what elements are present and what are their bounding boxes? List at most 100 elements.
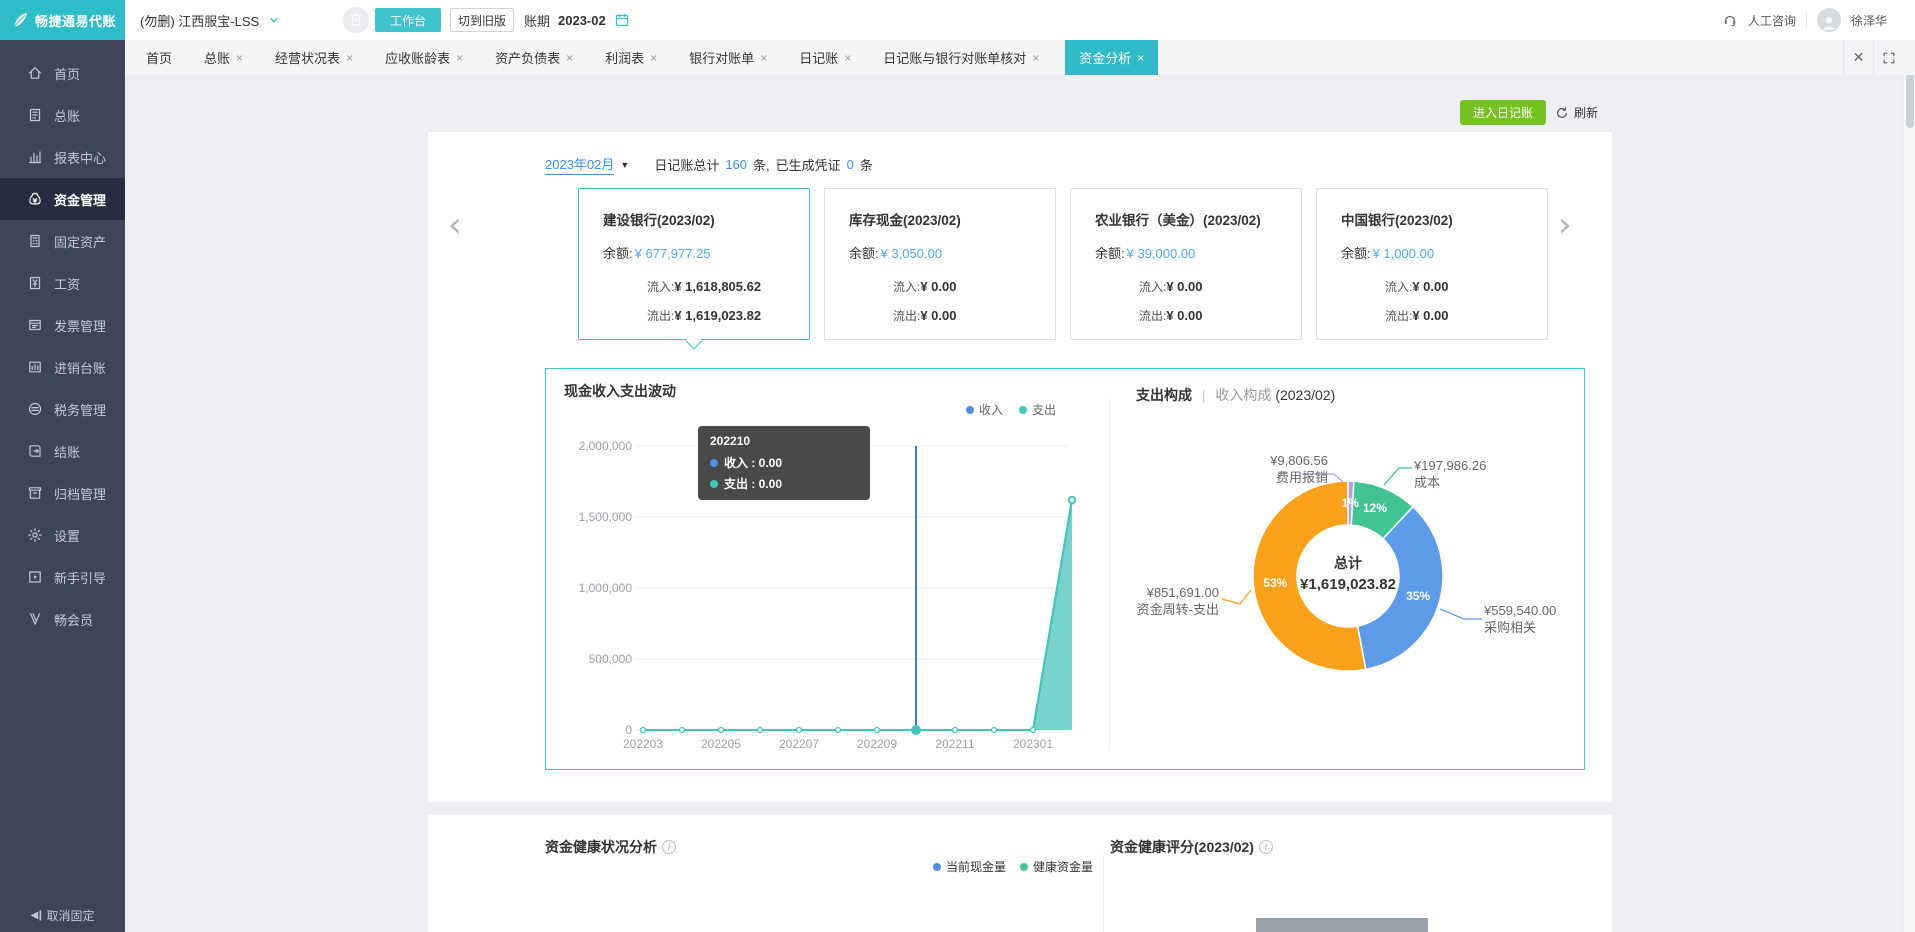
divider	[1806, 12, 1807, 28]
pie-callout-label: ¥559,540.00采购相关	[1484, 602, 1644, 636]
close-tab-icon[interactable]: ×	[1137, 51, 1144, 65]
health-analysis-title: 资金健康状况分析 i	[545, 837, 676, 857]
balance-label: 余额:	[1095, 246, 1125, 261]
close-tab-icon[interactable]: ×	[236, 51, 243, 65]
close-tab-icon[interactable]: ×	[844, 51, 851, 65]
scrollbar[interactable]	[1903, 40, 1915, 932]
slice-name: 资金周转-支出	[1059, 601, 1219, 618]
tab-profit[interactable]: 利润表×	[599, 40, 663, 75]
account-card[interactable]: 中国银行(2023/02)余额:¥ 1,000.00流入:¥ 0.00流出:¥ …	[1316, 188, 1548, 340]
enter-journal-button[interactable]: 进入日记账	[1460, 100, 1546, 125]
fullscreen-icon[interactable]	[1873, 40, 1903, 75]
income-line	[643, 500, 1072, 730]
fund-analysis-panel: 2023年02月 ▼ 日记账总计 160 条, 已生成凭证 0 条 ‹ › 建设…	[428, 132, 1612, 802]
carousel-next-icon[interactable]: ›	[1558, 208, 1572, 242]
x-axis-tick: 202207	[779, 737, 819, 751]
journal-total-count: 160	[725, 157, 747, 172]
health-score-bar	[1256, 918, 1428, 932]
charts-container: 现金收入支出波动 收入支出 支出构成 | 收入构成 (2023/02) 2022…	[545, 368, 1585, 770]
support-link[interactable]: 人工咨询	[1748, 12, 1796, 29]
pie-callout-line	[1384, 468, 1412, 485]
outflow-label: 流出:	[1139, 309, 1166, 323]
sidebar-menu: 首页总账报表中心资金管理固定资产工资发票管理进销台账税务管理结账归档管理设置新手…	[0, 52, 125, 640]
tab-home[interactable]: 首页	[140, 40, 178, 75]
slice-amount: ¥197,986.26	[1414, 457, 1574, 474]
sidebar-item-payroll[interactable]: 工资	[0, 262, 125, 304]
health-legend-item[interactable]: 健康资金量	[1020, 858, 1093, 875]
guide-icon	[27, 569, 43, 585]
balance-label: 余额:	[603, 246, 633, 261]
outflow-value: ¥ 1,619,023.82	[674, 308, 761, 323]
slice-name: 成本	[1414, 474, 1574, 491]
sidebar-item-funds[interactable]: 资金管理	[0, 178, 125, 220]
close-tab-icon[interactable]: ×	[456, 51, 463, 65]
tax-icon	[27, 401, 43, 417]
tab-bank-statement[interactable]: 银行对账单×	[683, 40, 773, 75]
report-center-icon	[27, 149, 43, 165]
sidebar-item-member[interactable]: 畅会员	[0, 598, 125, 640]
unpin-sidebar-button[interactable]: ◀❙ 取消固定	[0, 898, 125, 932]
sidebar-item-tax[interactable]: 税务管理	[0, 388, 125, 430]
logo-text: 畅捷通易代账	[35, 11, 116, 30]
info-icon[interactable]: i	[1259, 840, 1273, 854]
month-selector[interactable]: 2023年02月	[545, 154, 614, 175]
tab-general-ledger[interactable]: 总账×	[198, 40, 249, 75]
close-tab-icon[interactable]: ×	[650, 51, 657, 65]
close-tab-icon[interactable]: ×	[566, 51, 573, 65]
company-selector[interactable]: (勿删) 江西服宝-LSS	[140, 0, 281, 40]
app-logo: 畅捷通易代账	[0, 0, 125, 40]
close-all-tabs-icon[interactable]: ✕	[1843, 40, 1873, 75]
close-tab-icon[interactable]: ×	[760, 51, 767, 65]
info-icon[interactable]: i	[662, 840, 676, 854]
pie-callout-label: ¥9,806.56费用报销	[1168, 452, 1328, 486]
archive-icon	[27, 485, 43, 501]
account-name: 中国银行(2023/02)	[1341, 209, 1547, 229]
slice-name: 采购相关	[1484, 619, 1644, 636]
balance-value: ¥ 677,977.25	[635, 246, 711, 261]
account-card[interactable]: 库存现金(2023/02)余额:¥ 3,050.00流入:¥ 0.00流出:¥ …	[824, 188, 1056, 340]
inflow-label: 流入:	[1385, 280, 1412, 294]
sidebar-item-settings[interactable]: 设置	[0, 514, 125, 556]
account-card[interactable]: 建设银行(2023/02)余额:¥ 677,977.25流入:¥ 1,618,8…	[578, 188, 810, 340]
close-tab-icon[interactable]: ×	[1032, 51, 1039, 65]
pie-callout-label: ¥197,986.26成本	[1414, 457, 1574, 491]
sidebar-item-report-center[interactable]: 报表中心	[0, 136, 125, 178]
workbench-button[interactable]: 工作台	[375, 8, 441, 32]
carousel-prev-icon[interactable]: ‹	[448, 208, 462, 242]
sidebar-item-closing[interactable]: 结账	[0, 430, 125, 472]
clipboard-icon[interactable]	[343, 7, 369, 33]
tab-operating-status[interactable]: 经营状况表×	[269, 40, 359, 75]
inflow-label: 流入:	[1139, 280, 1166, 294]
health-legend-item[interactable]: 当前现金量	[933, 858, 1006, 875]
y-axis-tick: 1,000,000	[564, 581, 632, 595]
tab-journal[interactable]: 日记账×	[793, 40, 857, 75]
sidebar-item-guide[interactable]: 新手引导	[0, 556, 125, 598]
sidebar-item-fixed-assets[interactable]: 固定资产	[0, 220, 125, 262]
fixed-assets-icon	[27, 233, 43, 249]
sidebar: 畅捷通易代账 首页总账报表中心资金管理固定资产工资发票管理进销台账税务管理结账归…	[0, 0, 125, 932]
sidebar-item-purchase-sales[interactable]: 进销台账	[0, 346, 125, 388]
tooltip-month: 202210	[710, 434, 858, 448]
pie-callout-line	[1440, 609, 1482, 619]
period-selector[interactable]: 账期 2023-02	[524, 0, 630, 40]
outflow-value: ¥ 0.00	[1166, 308, 1202, 323]
tab-journal-bank-check[interactable]: 日记账与银行对账单核对×	[877, 40, 1045, 75]
sidebar-item-home[interactable]: 首页	[0, 52, 125, 94]
month-caret-icon[interactable]: ▼	[620, 160, 629, 170]
sidebar-item-archive[interactable]: 归档管理	[0, 472, 125, 514]
user-name[interactable]: 徐泽华	[1851, 12, 1887, 29]
y-axis-tick: 1,500,000	[564, 510, 632, 524]
refresh-button[interactable]: 刷新	[1555, 104, 1598, 121]
close-tab-icon[interactable]: ×	[346, 51, 353, 65]
switch-old-version-button[interactable]: 切到旧版	[450, 8, 514, 32]
sidebar-item-invoice[interactable]: 发票管理	[0, 304, 125, 346]
tab-receivable-aging[interactable]: 应收账龄表×	[379, 40, 469, 75]
inflow-value: ¥ 0.00	[1412, 279, 1448, 294]
account-card[interactable]: 农业银行（美金）(2023/02)余额:¥ 39,000.00流入:¥ 0.00…	[1070, 188, 1302, 340]
sidebar-item-general-ledger[interactable]: 总账	[0, 94, 125, 136]
tab-balance-sheet[interactable]: 资产负债表×	[489, 40, 579, 75]
tab-fund-analysis[interactable]: 资金分析×	[1065, 40, 1158, 75]
account-name: 库存现金(2023/02)	[849, 209, 1055, 229]
avatar[interactable]	[1817, 8, 1841, 32]
member-icon	[27, 611, 43, 627]
